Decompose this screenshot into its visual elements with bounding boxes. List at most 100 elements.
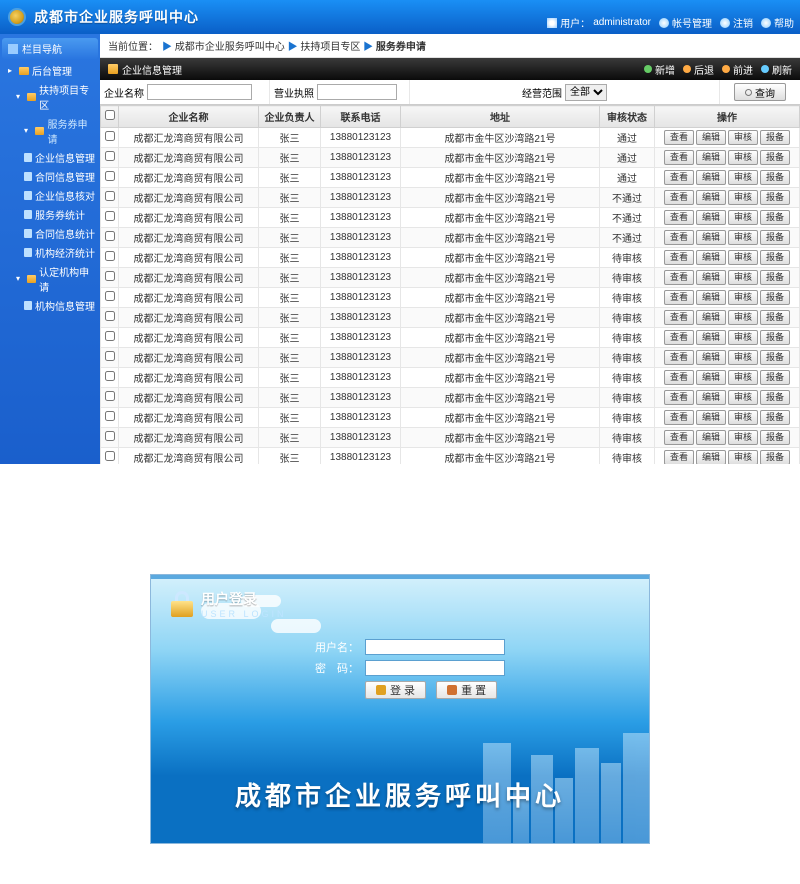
crumb-item[interactable]: 服务券申请 [376, 42, 426, 53]
op-button-2[interactable]: 审核 [728, 330, 758, 345]
op-button-0[interactable]: 查看 [664, 250, 694, 265]
op-button-1[interactable]: 编辑 [696, 390, 726, 405]
op-button-0[interactable]: 查看 [664, 210, 694, 225]
op-button-3[interactable]: 报备 [760, 170, 790, 185]
op-button-2[interactable]: 审核 [728, 310, 758, 325]
op-button-1[interactable]: 编辑 [696, 370, 726, 385]
op-button-2[interactable]: 审核 [728, 390, 758, 405]
op-button-0[interactable]: 查看 [664, 370, 694, 385]
op-button-3[interactable]: 报备 [760, 450, 790, 464]
op-button-2[interactable]: 审核 [728, 210, 758, 225]
login-user-input[interactable] [365, 639, 505, 655]
row-checkbox[interactable] [105, 211, 115, 221]
op-button-1[interactable]: 编辑 [696, 410, 726, 425]
op-button-1[interactable]: 编辑 [696, 310, 726, 325]
login-submit-button[interactable]: 登 录 [365, 681, 426, 699]
sidebar-item-3[interactable]: 企业信息管理 [2, 148, 98, 167]
toolbar-action-2[interactable]: 前进 [722, 62, 753, 77]
op-button-0[interactable]: 查看 [664, 350, 694, 365]
filter-scope-select[interactable]: 全部 [565, 84, 607, 101]
op-button-2[interactable]: 审核 [728, 450, 758, 464]
op-button-3[interactable]: 报备 [760, 330, 790, 345]
row-checkbox[interactable] [105, 351, 115, 361]
row-checkbox[interactable] [105, 271, 115, 281]
op-button-0[interactable]: 查看 [664, 430, 694, 445]
row-checkbox[interactable] [105, 151, 115, 161]
search-button[interactable]: 查询 [734, 83, 786, 101]
op-button-0[interactable]: 查看 [664, 290, 694, 305]
op-button-2[interactable]: 审核 [728, 290, 758, 305]
row-checkbox[interactable] [105, 371, 115, 381]
row-checkbox[interactable] [105, 451, 115, 461]
op-button-3[interactable]: 报备 [760, 290, 790, 305]
op-button-2[interactable]: 审核 [728, 170, 758, 185]
op-button-1[interactable]: 编辑 [696, 270, 726, 285]
sidebar-item-5[interactable]: 企业信息核对 [2, 186, 98, 205]
row-checkbox[interactable] [105, 311, 115, 321]
op-button-1[interactable]: 编辑 [696, 430, 726, 445]
login-pass-input[interactable] [365, 660, 505, 676]
op-button-3[interactable]: 报备 [760, 410, 790, 425]
header-link-0[interactable]: 帐号管理 [659, 15, 712, 30]
op-button-1[interactable]: 编辑 [696, 230, 726, 245]
toolbar-action-0[interactable]: 新增 [644, 62, 675, 77]
toolbar-action-1[interactable]: 后退 [683, 62, 714, 77]
op-button-0[interactable]: 查看 [664, 130, 694, 145]
op-button-2[interactable]: 审核 [728, 410, 758, 425]
row-checkbox[interactable] [105, 191, 115, 201]
op-button-0[interactable]: 查看 [664, 410, 694, 425]
op-button-3[interactable]: 报备 [760, 210, 790, 225]
op-button-0[interactable]: 查看 [664, 230, 694, 245]
op-button-1[interactable]: 编辑 [696, 350, 726, 365]
op-button-2[interactable]: 审核 [728, 250, 758, 265]
sidebar-item-4[interactable]: 合同信息管理 [2, 167, 98, 186]
op-button-0[interactable]: 查看 [664, 150, 694, 165]
op-button-1[interactable]: 编辑 [696, 170, 726, 185]
op-button-0[interactable]: 查看 [664, 450, 694, 464]
op-button-0[interactable]: 查看 [664, 330, 694, 345]
sidebar-item-10[interactable]: 机构信息管理 [2, 296, 98, 315]
header-link-2[interactable]: 帮助 [761, 15, 794, 30]
row-checkbox[interactable] [105, 131, 115, 141]
row-checkbox[interactable] [105, 171, 115, 181]
op-button-1[interactable]: 编辑 [696, 290, 726, 305]
op-button-2[interactable]: 审核 [728, 350, 758, 365]
op-button-1[interactable]: 编辑 [696, 210, 726, 225]
row-checkbox[interactable] [105, 411, 115, 421]
op-button-3[interactable]: 报备 [760, 250, 790, 265]
row-checkbox[interactable] [105, 391, 115, 401]
row-checkbox[interactable] [105, 291, 115, 301]
op-button-0[interactable]: 查看 [664, 310, 694, 325]
op-button-0[interactable]: 查看 [664, 390, 694, 405]
op-button-2[interactable]: 审核 [728, 370, 758, 385]
op-button-3[interactable]: 报备 [760, 230, 790, 245]
op-button-0[interactable]: 查看 [664, 270, 694, 285]
row-checkbox[interactable] [105, 251, 115, 261]
op-button-0[interactable]: 查看 [664, 190, 694, 205]
sidebar-item-9[interactable]: ▾认定机构申请 [2, 262, 98, 296]
op-button-1[interactable]: 编辑 [696, 450, 726, 464]
row-checkbox[interactable] [105, 231, 115, 241]
op-button-2[interactable]: 审核 [728, 190, 758, 205]
op-button-1[interactable]: 编辑 [696, 190, 726, 205]
op-button-3[interactable]: 报备 [760, 430, 790, 445]
select-all-checkbox[interactable] [105, 110, 115, 120]
sidebar-item-2[interactable]: ▾服务券申请 [2, 114, 98, 148]
op-button-2[interactable]: 审核 [728, 430, 758, 445]
sidebar-item-6[interactable]: 服务券统计 [2, 205, 98, 224]
op-button-1[interactable]: 编辑 [696, 330, 726, 345]
crumb-item[interactable]: 扶持项目专区 [300, 42, 360, 53]
row-checkbox[interactable] [105, 431, 115, 441]
op-button-1[interactable]: 编辑 [696, 130, 726, 145]
op-button-2[interactable]: 审核 [728, 130, 758, 145]
op-button-3[interactable]: 报备 [760, 390, 790, 405]
filter-license-input[interactable] [317, 84, 397, 100]
op-button-3[interactable]: 报备 [760, 190, 790, 205]
op-button-3[interactable]: 报备 [760, 370, 790, 385]
op-button-2[interactable]: 审核 [728, 270, 758, 285]
op-button-3[interactable]: 报备 [760, 350, 790, 365]
op-button-2[interactable]: 审核 [728, 150, 758, 165]
sidebar-item-1[interactable]: ▾扶持项目专区 [2, 80, 98, 114]
row-checkbox[interactable] [105, 331, 115, 341]
filter-name-input[interactable] [147, 84, 252, 100]
